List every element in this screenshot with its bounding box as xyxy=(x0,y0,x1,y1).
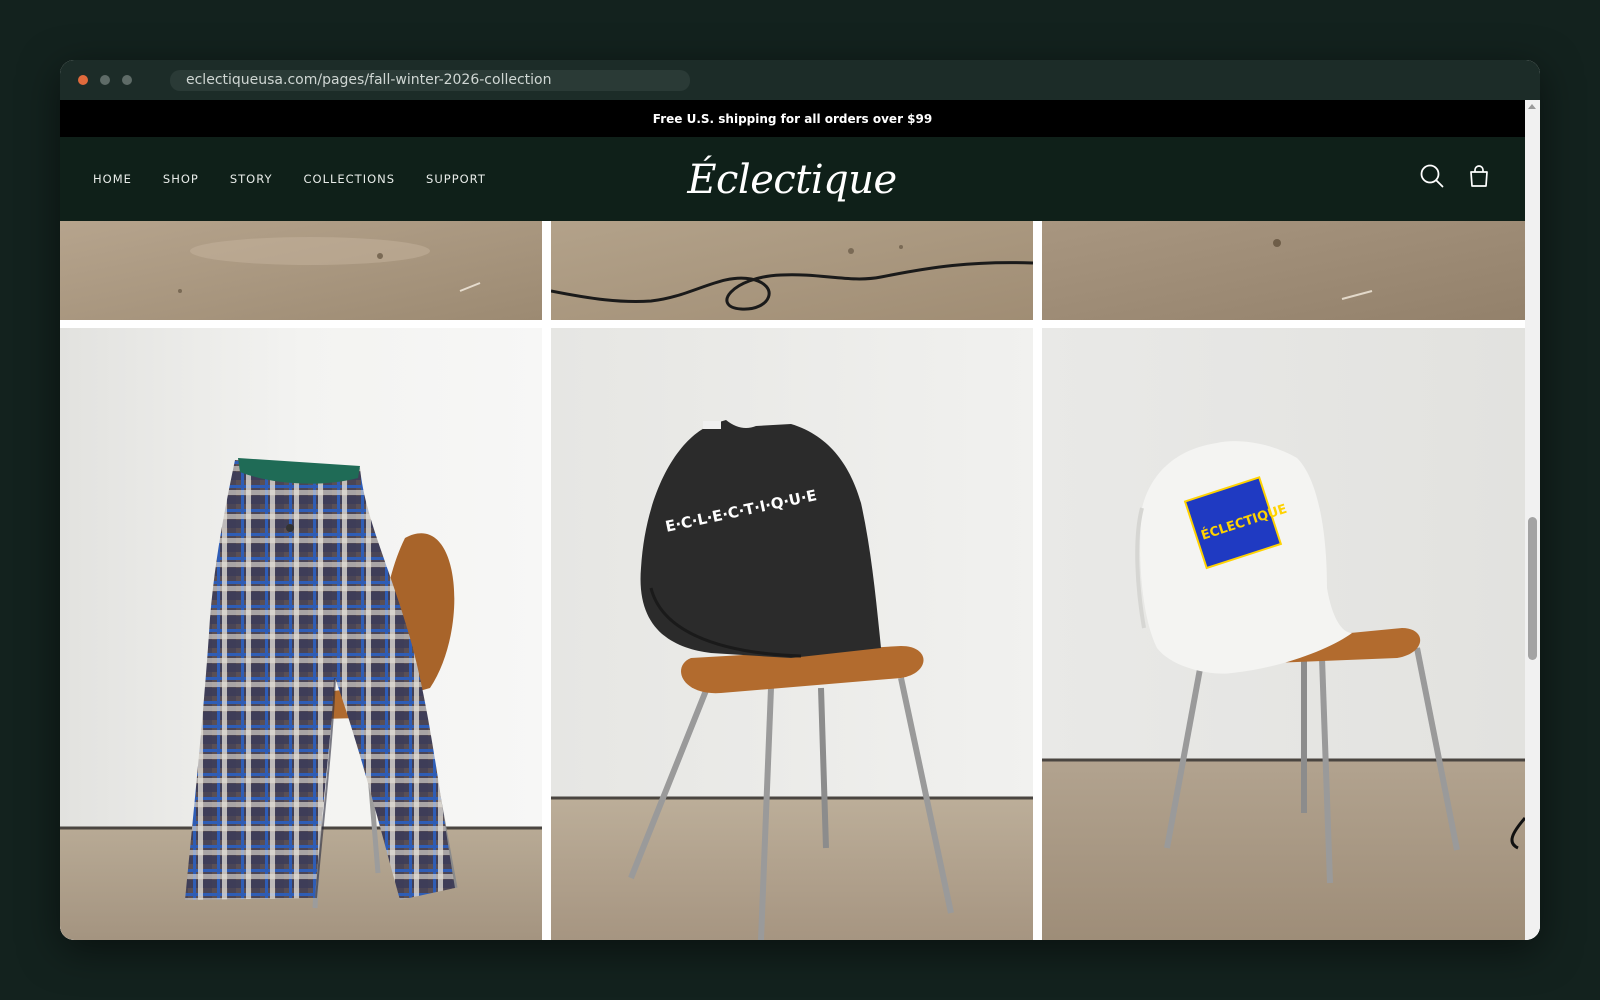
nav-shop[interactable]: SHOP xyxy=(163,172,199,186)
nav-home[interactable]: HOME xyxy=(93,172,132,186)
gallery-image-black-tee[interactable]: E·C·L·E·C·T·I·Q·U·E xyxy=(551,328,1033,940)
floor-photo-with-cable xyxy=(551,221,1033,320)
nav-support[interactable]: SUPPORT xyxy=(426,172,486,186)
gallery-image-floor-1[interactable] xyxy=(60,221,542,320)
gallery-image-floor-3[interactable] xyxy=(1042,221,1525,320)
maximize-window-button[interactable] xyxy=(122,75,132,85)
bag-icon[interactable] xyxy=(1465,162,1493,190)
gallery-image-floor-2[interactable] xyxy=(551,221,1033,320)
announcement-bar: Free U.S. shipping for all orders over $… xyxy=(60,100,1525,137)
scroll-up-icon[interactable] xyxy=(1528,104,1536,109)
plaid-trousers-photo xyxy=(60,328,542,940)
floor-photo xyxy=(1042,221,1525,320)
address-bar-url[interactable]: eclectiqueusa.com/pages/fall-winter-2026… xyxy=(186,72,551,88)
address-bar[interactable]: eclectiqueusa.com/pages/fall-winter-2026… xyxy=(170,70,690,91)
black-tee-photo: E·C·L·E·C·T·I·Q·U·E xyxy=(551,328,1033,940)
scrollbar-thumb[interactable] xyxy=(1528,517,1537,660)
gallery-image-plaid-trousers[interactable] xyxy=(60,328,542,940)
floor-photo xyxy=(60,221,542,320)
white-tee-photo: ÉCLECTIQUE xyxy=(1042,328,1525,940)
browser-titlebar: eclectiqueusa.com/pages/fall-winter-2026… xyxy=(60,60,1540,100)
close-window-button[interactable] xyxy=(78,75,88,85)
lookbook-gallery: E·C·L·E·C·T·I·Q·U·E ÉCLECTIQUE xyxy=(60,221,1525,940)
announcement-text: Free U.S. shipping for all orders over $… xyxy=(652,111,933,126)
nav-story[interactable]: STORY xyxy=(230,172,273,186)
browser-window: eclectiqueusa.com/pages/fall-winter-2026… xyxy=(60,60,1540,940)
search-icon[interactable] xyxy=(1418,162,1446,190)
nav-collections[interactable]: COLLECTIONS xyxy=(303,172,395,186)
page-scrollbar[interactable] xyxy=(1525,100,1540,940)
gallery-image-white-tee[interactable]: ÉCLECTIQUE xyxy=(1042,328,1525,940)
site-logo[interactable]: Éclectique xyxy=(687,145,897,215)
site-header: HOME SHOP STORY COLLECTIONS SUPPORT Écle… xyxy=(60,137,1525,221)
minimize-window-button[interactable] xyxy=(100,75,110,85)
main-nav: HOME SHOP STORY COLLECTIONS SUPPORT xyxy=(93,137,517,221)
page-viewport: Free U.S. shipping for all orders over $… xyxy=(60,100,1540,940)
